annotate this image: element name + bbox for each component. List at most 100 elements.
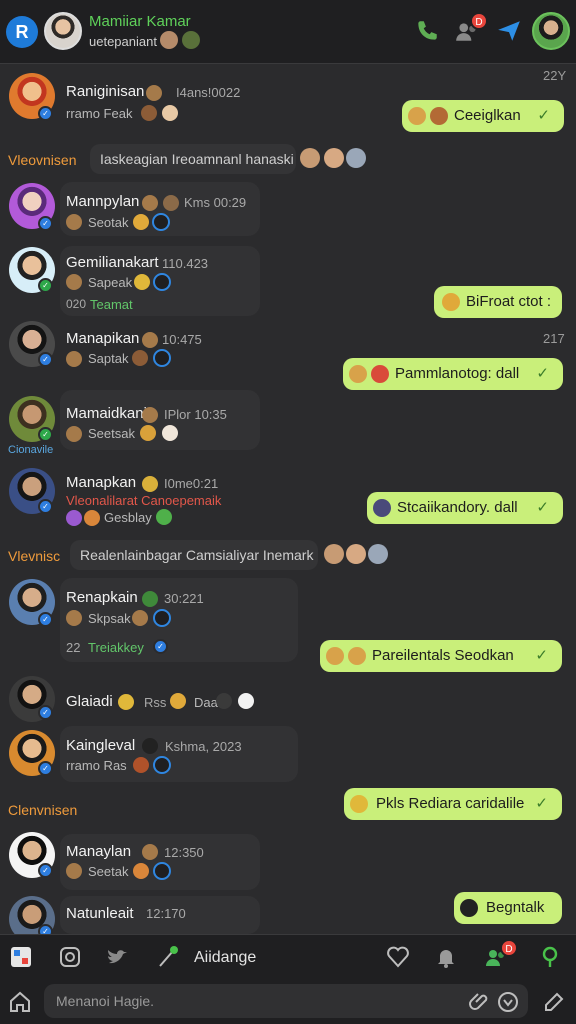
emoji-icon xyxy=(326,647,344,665)
emoji-icon xyxy=(66,863,82,879)
message-text: Pareilentals Seodkan xyxy=(372,647,514,664)
contact-name[interactable]: Natunleait xyxy=(66,905,134,922)
emoji-icon xyxy=(66,426,82,442)
message-preview: Sapeak xyxy=(88,275,133,290)
outgoing-message[interactable]: Pareilentals Seodkan ✓ xyxy=(320,640,562,672)
contact-name[interactable]: Gemilianakart xyxy=(66,254,159,271)
emoji-icon xyxy=(142,591,158,607)
emoji-icon xyxy=(348,647,366,665)
emoji-picker-icon[interactable] xyxy=(496,990,520,1014)
message-time: 110.423 xyxy=(162,256,209,271)
contact-caption: Cionavile xyxy=(8,444,54,456)
sticker-icon xyxy=(153,609,171,627)
pen-icon[interactable] xyxy=(156,945,180,969)
message-preview: Skpsak xyxy=(88,611,131,626)
emoji-icon xyxy=(66,351,82,367)
outgoing-message[interactable]: Begntalk xyxy=(454,892,562,924)
count-label: 020 xyxy=(66,297,87,311)
sticker-icon xyxy=(153,862,171,880)
message-text: Ceeiglkan xyxy=(454,107,521,124)
contact-status: uetepaniant xyxy=(89,34,157,49)
section-label: Vleovnisen xyxy=(8,152,77,168)
emoji-icon xyxy=(141,105,157,121)
message-input[interactable] xyxy=(44,984,528,1018)
attach-icon[interactable] xyxy=(468,990,492,1014)
outgoing-message[interactable]: BiFroat ctot : xyxy=(434,286,562,318)
message-time: I0me0:21 xyxy=(164,476,219,491)
verified-icon: ✓ xyxy=(38,499,53,514)
message-preview: Saptak xyxy=(88,351,129,366)
verified-icon: ✓ xyxy=(38,705,53,720)
phone-icon[interactable] xyxy=(414,18,440,44)
profile-avatar[interactable] xyxy=(532,12,570,50)
home-icon[interactable] xyxy=(8,990,32,1014)
emoji-icon xyxy=(142,738,158,754)
read-check-icon: ✓ xyxy=(535,795,548,812)
contact-avatar[interactable] xyxy=(44,12,82,50)
section-banner[interactable]: Iaskeagian Ireoamnanl hanaski xyxy=(90,144,296,174)
emoji-icon xyxy=(133,757,149,773)
verified-icon: ✓ xyxy=(38,352,53,367)
timestamp: 217 xyxy=(543,331,565,346)
status-label: Teamat xyxy=(90,297,133,312)
sticker-icon xyxy=(153,756,171,774)
verified-icon: ✓ xyxy=(38,278,53,293)
contact-name[interactable]: Renapkain xyxy=(66,589,138,606)
emoji-icon xyxy=(140,425,156,441)
read-check-icon: ✓ xyxy=(536,365,549,382)
emoji-icon xyxy=(142,476,158,492)
message-time: 12:350 xyxy=(164,845,204,860)
participant-avatar xyxy=(346,148,366,168)
contact-name[interactable]: Mamaidkani xyxy=(66,405,147,422)
emoji-icon xyxy=(238,693,254,709)
participant-avatar xyxy=(324,148,344,168)
message-preview: Daa xyxy=(194,695,218,710)
camera-icon[interactable] xyxy=(58,945,82,969)
emoji-icon xyxy=(430,107,448,125)
outgoing-message[interactable]: Pkls Rediara caridalile ✓ xyxy=(344,788,562,820)
verified-icon: ✓ xyxy=(153,639,168,654)
contact-name[interactable]: Raniginisan xyxy=(66,83,144,100)
emoji-icon xyxy=(162,105,178,121)
location-icon[interactable] xyxy=(538,945,562,969)
outgoing-message[interactable]: Ceeiglkan ✓ xyxy=(402,100,564,132)
emoji-icon xyxy=(142,407,158,423)
edit-icon[interactable] xyxy=(542,990,566,1014)
app-logo-icon[interactable]: R xyxy=(6,16,38,48)
emoji-icon xyxy=(350,795,368,813)
contact-name[interactable]: Mannpylan xyxy=(66,193,139,210)
read-check-icon: ✓ xyxy=(537,107,550,124)
read-check-icon: ✓ xyxy=(536,499,549,516)
verified-icon: ✓ xyxy=(38,427,53,442)
contact-name[interactable]: Manaylan xyxy=(66,843,131,860)
contact-name[interactable]: Manapkan xyxy=(66,474,136,491)
section-label: Clenvnisen xyxy=(8,802,78,818)
heart-icon[interactable] xyxy=(386,945,410,969)
contact-name[interactable]: Kaingleval xyxy=(66,737,135,754)
emoji-icon xyxy=(349,365,367,383)
section-banner[interactable]: Realenlainbagar Camsialiyar Inemark xyxy=(70,540,318,570)
message-preview: Seetsak xyxy=(88,426,135,441)
participant-avatar xyxy=(368,544,388,564)
message-preview: Gesblay xyxy=(104,510,152,525)
message-text: Begntalk xyxy=(486,899,545,916)
sticker-icon xyxy=(152,213,170,231)
send-icon[interactable] xyxy=(496,18,522,44)
verified-icon: ✓ xyxy=(38,863,53,878)
outgoing-message[interactable]: Pammlanotog: dall ✓ xyxy=(343,358,563,390)
contact-name[interactable]: Mamiiar Kamar xyxy=(89,13,191,30)
message-time: Kshma, 2023 xyxy=(165,739,242,754)
message-list[interactable]: 22Y ✓ Raniginisan I4ans!0022 rramo Feak … xyxy=(0,66,576,942)
emoji-icon xyxy=(66,610,82,626)
contact-card[interactable] xyxy=(60,726,298,782)
outgoing-message[interactable]: Stcaiikandory. dall ✓ xyxy=(367,492,563,524)
bird-icon[interactable] xyxy=(106,945,130,969)
contact-name[interactable]: Glaiadi xyxy=(66,693,113,710)
bottom-toolbar: Aiidange D xyxy=(0,934,576,980)
bell-icon[interactable] xyxy=(434,945,458,969)
toolbar-label[interactable]: Aiidange xyxy=(194,949,256,967)
notification-badge: D xyxy=(500,939,518,957)
emoji-icon xyxy=(118,694,134,710)
contact-name[interactable]: Manapikan xyxy=(66,330,139,347)
gallery-icon[interactable] xyxy=(9,945,33,969)
